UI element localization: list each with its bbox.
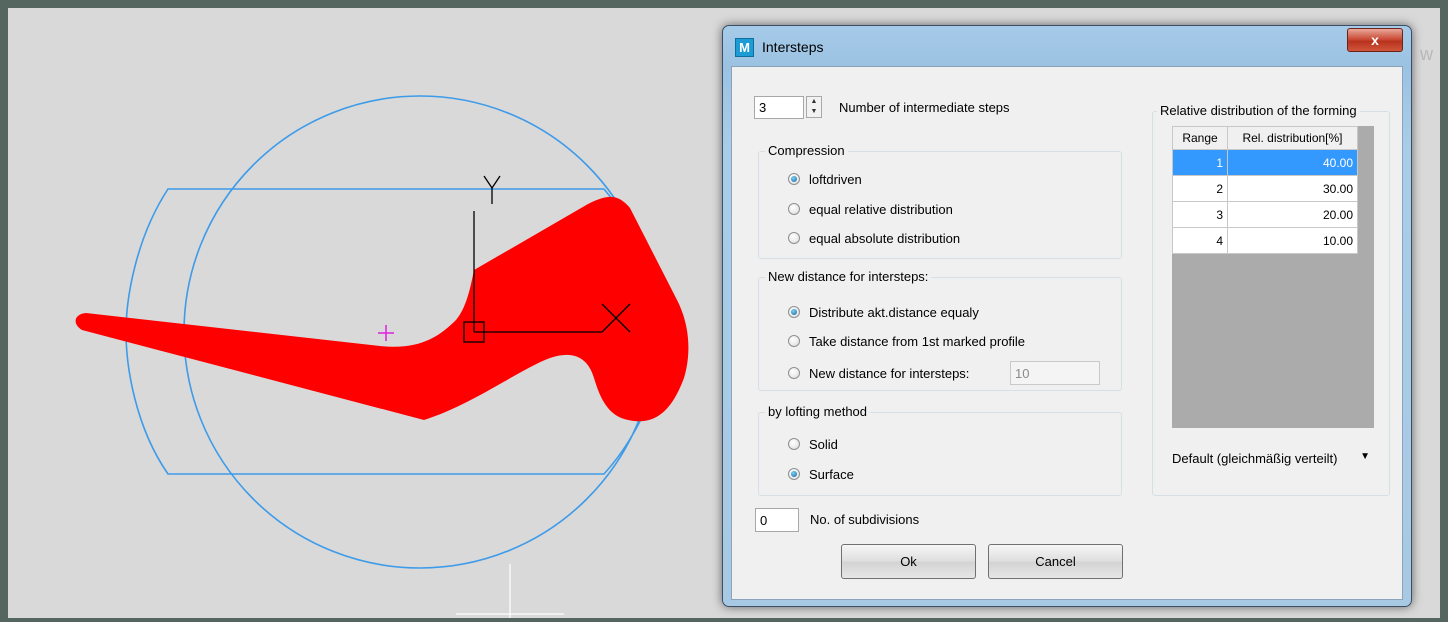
lofting-title: by lofting method [765,404,871,419]
value-cell[interactable]: 40.00 [1227,149,1358,176]
dialog-title: Intersteps [762,39,824,55]
radio-loftdriven[interactable] [788,173,800,185]
value-cell[interactable]: 10.00 [1227,227,1358,254]
header-range[interactable]: Range [1172,126,1228,150]
table-row[interactable]: 3 20.00 [1172,201,1358,228]
radio-distribute-equally[interactable] [788,306,800,318]
radio-equal-relative[interactable] [788,203,800,215]
chevron-down-icon[interactable]: ▼ [1360,451,1370,462]
ok-button[interactable]: Ok [841,544,976,579]
table-row[interactable]: 2 30.00 [1172,175,1358,202]
background-text: w [1420,44,1433,64]
radio-solid[interactable] [788,438,800,450]
range-cell[interactable]: 2 [1172,175,1228,202]
radio-surface-label[interactable]: Surface [809,467,854,482]
radio-take-distance-label[interactable]: Take distance from 1st marked profile [809,334,1025,349]
value-cell[interactable]: 30.00 [1227,175,1358,202]
app-icon: M [735,38,754,57]
radio-new-distance[interactable] [788,367,800,379]
subdivisions-label: No. of subdivisions [810,512,920,527]
table-row[interactable]: 1 40.00 [1172,149,1358,176]
range-cell[interactable]: 1 [1172,149,1228,176]
spin-up-icon[interactable]: ▲ [807,97,821,107]
compression-title: Compression [765,143,848,158]
distribution-table-area: Range Rel. distribution[%] 1 40.00 2 30.… [1172,126,1374,428]
header-rel-distribution[interactable]: Rel. distribution[%] [1227,126,1358,150]
radio-loftdriven-label[interactable]: loftdriven [809,172,862,187]
blade-profile [75,196,689,422]
subdivisions-input[interactable] [755,508,799,532]
steps-input[interactable] [754,96,804,119]
value-cell[interactable]: 20.00 [1227,201,1358,228]
origin-marker [378,325,394,341]
radio-equal-relative-label[interactable]: equal relative distribution [809,202,953,217]
radio-equal-absolute-label[interactable]: equal absolute distribution [809,231,960,246]
radio-surface[interactable] [788,468,800,480]
new-distance-title: New distance for intersteps: [765,269,932,284]
radio-equal-absolute[interactable] [788,232,800,244]
radio-take-distance[interactable] [788,335,800,347]
title-bar[interactable]: M Intersteps x [723,26,1411,66]
distribution-title: Relative distribution of the forming [1157,103,1360,118]
radio-new-distance-label[interactable]: New distance for intersteps: [809,366,969,381]
table-row[interactable]: 4 10.00 [1172,227,1358,254]
spin-down-icon[interactable]: ▼ [807,107,821,117]
steps-spinner[interactable]: ▲ ▼ [806,96,822,118]
radio-distribute-equally-label[interactable]: Distribute akt.distance equaly [809,305,979,320]
close-button[interactable]: x [1347,28,1403,52]
range-cell[interactable]: 3 [1172,201,1228,228]
radio-solid-label[interactable]: Solid [809,437,838,452]
preset-value: Default (gleichmäßig verteilt) [1172,451,1338,466]
range-cell[interactable]: 4 [1172,227,1228,254]
steps-label: Number of intermediate steps [839,100,1010,115]
crosshair-cursor [456,564,564,618]
new-distance-input[interactable] [1010,361,1100,385]
table-header: Range Rel. distribution[%] [1172,126,1358,150]
lofting-group: by lofting method [758,404,1122,496]
distribution-table: Range Rel. distribution[%] 1 40.00 2 30.… [1172,126,1358,254]
distribution-preset-select[interactable]: Default (gleichmäßig verteilt) ▼ [1172,447,1372,471]
cancel-button[interactable]: Cancel [988,544,1123,579]
